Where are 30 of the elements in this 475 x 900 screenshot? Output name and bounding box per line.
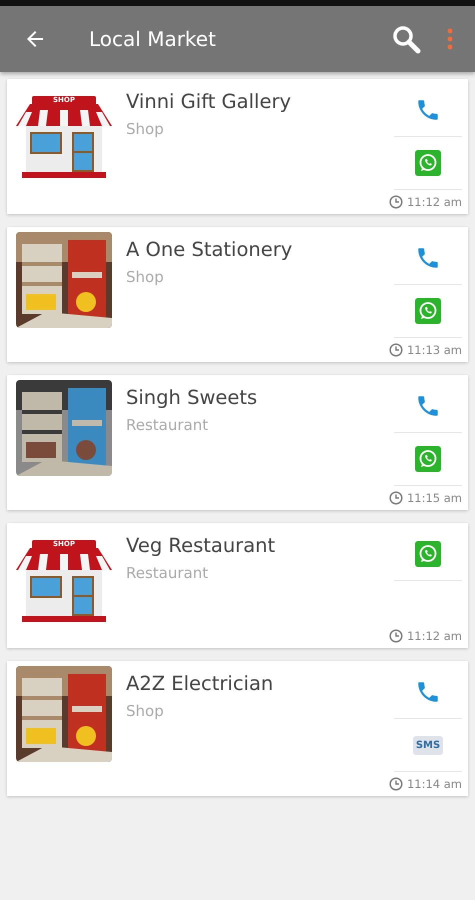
business-name: Veg Restaurant: [126, 533, 276, 559]
business-name: A2Z Electrician: [126, 671, 274, 697]
chat-icon[interactable]: [415, 298, 441, 324]
listing-card[interactable]: A One Stationery Shop 11:13 am: [7, 227, 468, 362]
listing-card[interactable]: A2Z Electrician Shop SMS 11:14 am: [7, 661, 468, 796]
business-category: Restaurant: [126, 564, 210, 582]
clock-icon: [388, 629, 403, 643]
posted-time: 11:13 am: [406, 343, 462, 357]
chat-icon[interactable]: [415, 150, 441, 176]
posted-time: 11:15 am: [406, 491, 462, 505]
sms-button[interactable]: SMS: [412, 736, 444, 754]
business-name: Singh Sweets: [126, 385, 258, 411]
business-name: A One Stationery: [126, 237, 294, 263]
posted-time: 11:12 am: [406, 195, 462, 209]
business-category: Restaurant: [126, 416, 210, 434]
clock-icon: [388, 777, 403, 791]
clock-icon: [388, 491, 403, 505]
app-title: Local Market: [89, 27, 217, 51]
search-icon[interactable]: [391, 24, 421, 54]
business-category: Shop: [126, 268, 165, 286]
clock-icon: [388, 343, 403, 357]
posted-time: 11:14 am: [406, 777, 462, 791]
business-name: Vinni Gift Gallery: [126, 89, 292, 115]
listing-card[interactable]: Singh Sweets Restaurant 11:15 am: [7, 375, 468, 510]
clock-icon: [388, 195, 403, 209]
chat-icon[interactable]: [415, 446, 441, 472]
posted-time: 11:12 am: [406, 629, 462, 643]
business-category: Shop: [126, 702, 165, 720]
business-category: Shop: [126, 120, 165, 138]
chat-icon[interactable]: [415, 541, 441, 567]
